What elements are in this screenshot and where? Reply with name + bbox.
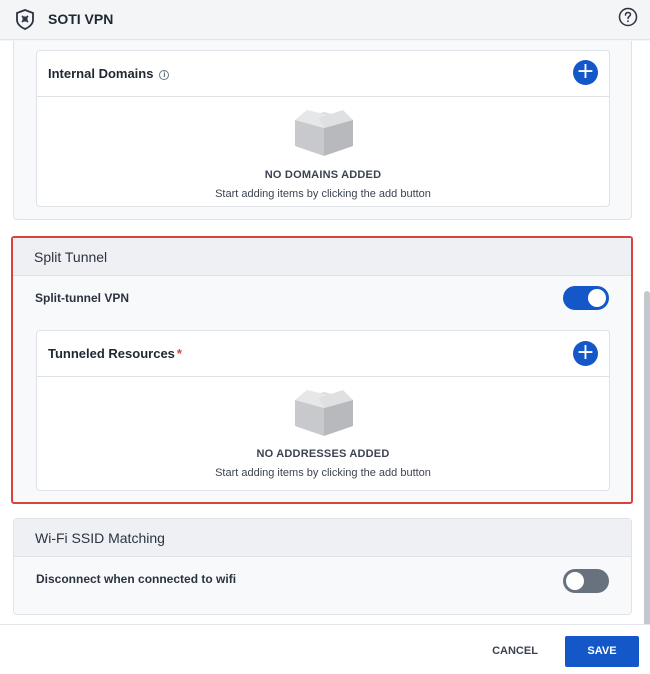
tunneled-resources-header: Tunneled Resources * + (37, 331, 609, 377)
tunneled-resources-panel: Tunneled Resources * + NO ADDRESSES ADDED… (36, 330, 610, 491)
empty-box-icon (295, 390, 353, 436)
add-resource-button[interactable]: + (573, 341, 598, 366)
toggle-knob (588, 289, 606, 307)
split-tunnel-toggle[interactable] (563, 286, 609, 310)
wifi-disconnect-toggle[interactable] (563, 569, 609, 593)
toggle-knob (566, 572, 584, 590)
split-tunnel-card: Split Tunnel Split-tunnel VPN Tunneled R… (11, 236, 633, 504)
empty-box-icon (295, 110, 353, 156)
help-circle-icon[interactable] (618, 7, 638, 27)
empty-domains-title: NO DOMAINS ADDED (264, 169, 382, 181)
info-icon[interactable]: i (159, 69, 170, 80)
tunneled-resources-label: Tunneled Resources (48, 346, 175, 361)
app-title: SOTI VPN (48, 11, 114, 27)
internal-domains-label: Internal Domains (48, 66, 154, 81)
vertical-scrollbar[interactable] (644, 291, 650, 624)
add-domain-button[interactable]: + (573, 60, 598, 85)
split-tunnel-section-title: Split Tunnel (13, 238, 631, 276)
empty-domains-subtitle: Start adding items by clicking the add b… (215, 188, 431, 200)
wifi-disconnect-label: Disconnect when connected to wifi (36, 572, 237, 586)
soti-shield-icon (16, 9, 34, 30)
vpn-settings-card: Internal Domains i + NO DOMAINS ADDED Sta… (13, 41, 632, 220)
empty-addresses-subtitle: Start adding items by clicking the add b… (215, 467, 431, 479)
split-tunnel-toggle-label: Split-tunnel VPN (35, 291, 129, 305)
save-button[interactable]: SAVE (565, 636, 639, 667)
required-indicator: * (176, 346, 182, 361)
internal-domains-header: Internal Domains i + (37, 51, 609, 97)
empty-addresses-title: NO ADDRESSES ADDED (256, 448, 390, 460)
wifi-ssid-card: Wi-Fi SSID Matching Disconnect when conn… (13, 518, 632, 615)
wifi-ssid-section-title: Wi-Fi SSID Matching (14, 519, 631, 557)
dialog-footer: CANCEL SAVE (0, 624, 650, 674)
tunneled-resources-title: Tunneled Resources * (48, 346, 182, 361)
app-header: SOTI VPN (0, 0, 650, 40)
cancel-button[interactable]: CANCEL (482, 636, 548, 666)
settings-scroll-area[interactable]: Internal Domains i + NO DOMAINS ADDED Sta… (0, 41, 650, 624)
internal-domains-panel: Internal Domains i + NO DOMAINS ADDED Sta… (36, 50, 610, 207)
internal-domains-title: Internal Domains i (48, 66, 170, 81)
